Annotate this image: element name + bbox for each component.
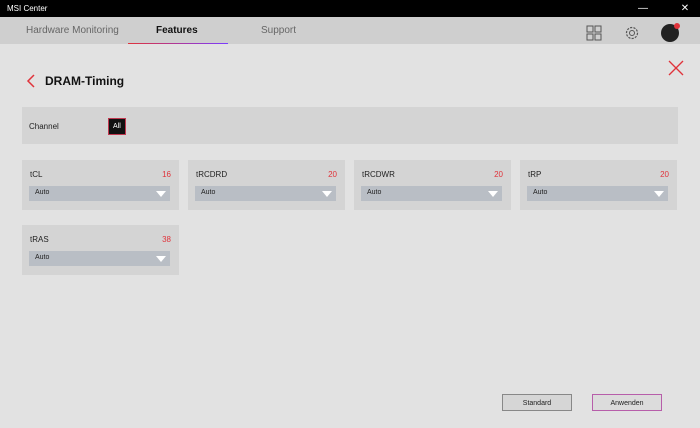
timing-card-trp: tRP 20 Auto [520, 160, 677, 210]
dropdown-value: Auto [367, 189, 382, 196]
close-icon[interactable] [667, 59, 685, 77]
timing-card-trcdwr: tRCDWR 20 Auto [354, 160, 511, 210]
apply-button[interactable]: Anwenden [592, 394, 662, 411]
channel-label: Channel [29, 122, 59, 131]
timing-card-tras: tRAS 38 Auto [22, 225, 179, 275]
minimize-button[interactable]: — [628, 0, 658, 17]
back-arrow-icon[interactable] [24, 73, 40, 89]
dropdown-arrow-icon [156, 191, 166, 197]
nav-header: Hardware Monitoring Features Support [0, 17, 700, 44]
timing-mode-dropdown[interactable]: Auto [361, 186, 502, 201]
timing-value: 20 [660, 170, 669, 179]
dropdown-arrow-icon [654, 191, 664, 197]
timing-value: 38 [162, 235, 171, 244]
gear-icon[interactable] [623, 24, 641, 42]
timing-mode-dropdown[interactable]: Auto [29, 186, 170, 201]
timing-name: tRCDWR [362, 170, 395, 179]
channel-bar: Channel All [22, 107, 678, 144]
timing-card-tcl: tCL 16 Auto [22, 160, 179, 210]
timing-value: 16 [162, 170, 171, 179]
notification-dot [674, 23, 680, 29]
timing-value: 20 [494, 170, 503, 179]
timing-name: tRCDRD [196, 170, 228, 179]
avatar[interactable] [661, 23, 680, 42]
channel-all-button[interactable]: All [108, 118, 126, 135]
timing-name: tCL [30, 170, 43, 179]
dropdown-value: Auto [35, 254, 50, 261]
standard-button[interactable]: Standard [502, 394, 572, 411]
title-bar: MSI Center — ✕ [0, 0, 700, 17]
dropdown-arrow-icon [322, 191, 332, 197]
page-title: DRAM-Timing [45, 74, 125, 88]
active-tab-indicator [128, 43, 228, 44]
dropdown-arrow-icon [488, 191, 498, 197]
tab-features[interactable]: Features [156, 25, 198, 36]
timing-mode-dropdown[interactable]: Auto [29, 251, 170, 266]
timing-mode-dropdown[interactable]: Auto [527, 186, 668, 201]
tab-hardware-monitoring[interactable]: Hardware Monitoring [26, 25, 119, 36]
dropdown-value: Auto [35, 189, 50, 196]
grid-icon[interactable] [585, 24, 603, 42]
dropdown-value: Auto [201, 189, 216, 196]
app-title: MSI Center [7, 4, 48, 13]
timing-value: 20 [328, 170, 337, 179]
tab-support[interactable]: Support [261, 25, 296, 36]
timing-mode-dropdown[interactable]: Auto [195, 186, 336, 201]
close-window-button[interactable]: ✕ [670, 0, 700, 17]
timing-name: tRP [528, 170, 542, 179]
timing-name: tRAS [30, 235, 49, 244]
dropdown-value: Auto [533, 189, 548, 196]
timing-card-trcdrd: tRCDRD 20 Auto [188, 160, 345, 210]
dropdown-arrow-icon [156, 256, 166, 262]
